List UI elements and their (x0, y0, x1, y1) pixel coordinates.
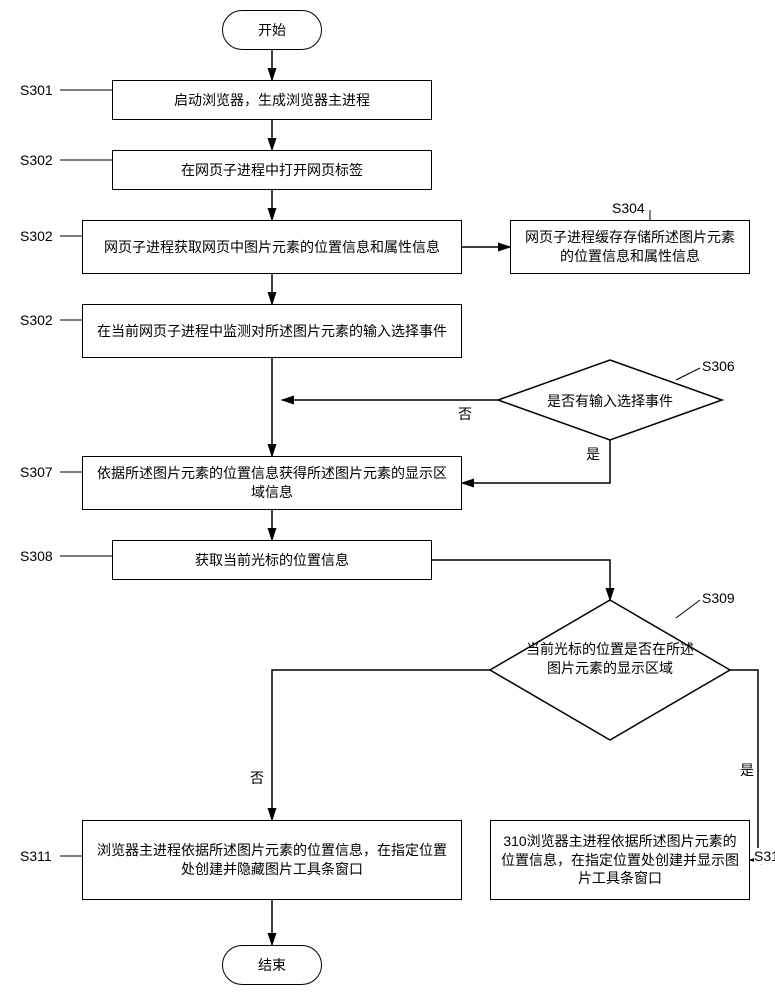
box-s308: 获取当前光标的位置信息 (112, 540, 432, 580)
d306t: 是否有输入选择事件 (520, 392, 700, 411)
t: 310浏览器主进程依据所述图片元素的位置信息，在指定位置处创建并显示图片工具条窗… (499, 832, 741, 889)
l-s310: S310 (754, 848, 775, 864)
t: 网页子进程缓存存储所述图片元素的位置信息和属性信息 (519, 228, 741, 266)
t: 在当前网页子进程中监测对所述图片元素的输入选择事件 (97, 322, 447, 341)
t: 浏览器主进程依据所述图片元素的位置信息，在指定位置处创建并隐藏图片工具条窗口 (91, 841, 453, 879)
l-s304: S304 (612, 200, 645, 216)
box-s311: 浏览器主进程依据所述图片元素的位置信息，在指定位置处创建并隐藏图片工具条窗口 (82, 820, 462, 900)
start-label-2: 开始 (258, 21, 286, 40)
t: 依据所述图片元素的位置信息获得所述图片元素的显示区域信息 (91, 464, 453, 502)
t: 在网页子进程中打开网页标签 (181, 161, 363, 180)
l-s307: S307 (20, 464, 53, 480)
end-label-2: 结束 (258, 956, 286, 975)
l-s302a: S302 (20, 152, 53, 168)
e306no: 否 (458, 404, 472, 424)
t: 网页子进程获取网页中图片元素的位置信息和属性信息 (104, 238, 440, 257)
l-s309: S309 (702, 590, 735, 606)
e309yes: 是 (740, 760, 754, 780)
e306yes: 是 (586, 444, 600, 464)
start-terminal-2: 开始 (222, 10, 322, 50)
l-s302c: S302 (20, 312, 53, 328)
e309no: 否 (250, 768, 264, 788)
box-s302c: 在当前网页子进程中监测对所述图片元素的输入选择事件 (82, 304, 462, 358)
box-s302b: 网页子进程获取网页中图片元素的位置信息和属性信息 (82, 220, 462, 274)
l-s306: S306 (702, 358, 735, 374)
l-s311: S311 (20, 848, 52, 864)
t: 启动浏览器，生成浏览器主进程 (174, 91, 370, 110)
l-s302b: S302 (20, 228, 53, 244)
box-s307: 依据所述图片元素的位置信息获得所述图片元素的显示区域信息 (82, 456, 462, 510)
end-terminal-2: 结束 (222, 945, 322, 985)
l-s308: S308 (20, 548, 53, 564)
box-s301: 启动浏览器，生成浏览器主进程 (112, 80, 432, 120)
t: 获取当前光标的位置信息 (195, 551, 349, 570)
box-s310: 310浏览器主进程依据所述图片元素的位置信息，在指定位置处创建并显示图片工具条窗… (490, 820, 750, 900)
l-s301: S301 (20, 82, 53, 98)
d309t: 当前光标的位置是否在所述图片元素的显示区域 (520, 640, 700, 678)
box-s302a: 在网页子进程中打开网页标签 (112, 150, 432, 190)
box-s304: 网页子进程缓存存储所述图片元素的位置信息和属性信息 (510, 220, 750, 274)
